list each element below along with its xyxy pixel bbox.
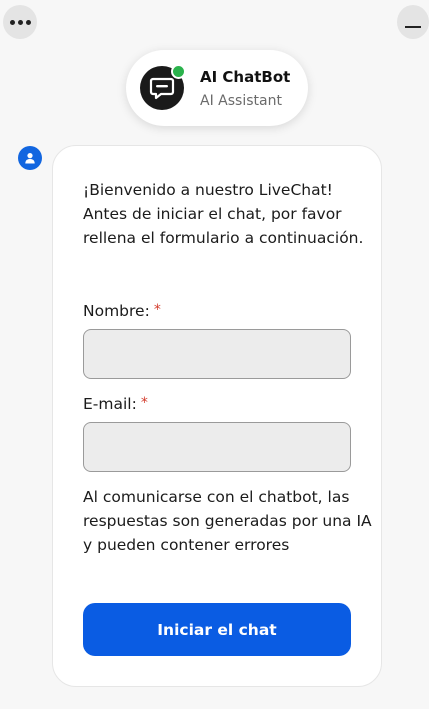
chatbot-header: AI ChatBot AI Assistant xyxy=(126,50,308,126)
welcome-message: ¡Bienvenido a nuestro LiveChat! Antes de… xyxy=(83,181,364,247)
minimize-button[interactable] xyxy=(397,5,429,39)
ai-disclaimer: Al comunicarse con el chatbot, las respu… xyxy=(83,488,372,554)
start-chat-button[interactable]: Iniciar el chat xyxy=(83,603,351,656)
email-label-text: E-mail: xyxy=(83,395,137,413)
user-avatar xyxy=(18,146,42,170)
required-marker: * xyxy=(153,302,161,318)
minimize-icon xyxy=(405,26,421,28)
more-menu-button[interactable] xyxy=(3,5,37,39)
bot-name: AI ChatBot xyxy=(200,68,291,86)
required-marker: * xyxy=(140,395,148,411)
bot-subtitle: AI Assistant xyxy=(200,93,282,109)
name-label: Nombre: * xyxy=(83,302,161,320)
more-horizontal-icon xyxy=(9,19,31,25)
message-card: ¡Bienvenido a nuestro LiveChat! Antes de… xyxy=(52,145,382,687)
online-status-dot xyxy=(171,64,186,79)
name-field[interactable] xyxy=(83,329,351,379)
chat-bubble-icon xyxy=(149,77,175,100)
name-label-text: Nombre: xyxy=(83,302,150,320)
email-label: E-mail: * xyxy=(83,395,148,413)
email-field[interactable] xyxy=(83,422,351,472)
user-icon xyxy=(25,153,35,164)
